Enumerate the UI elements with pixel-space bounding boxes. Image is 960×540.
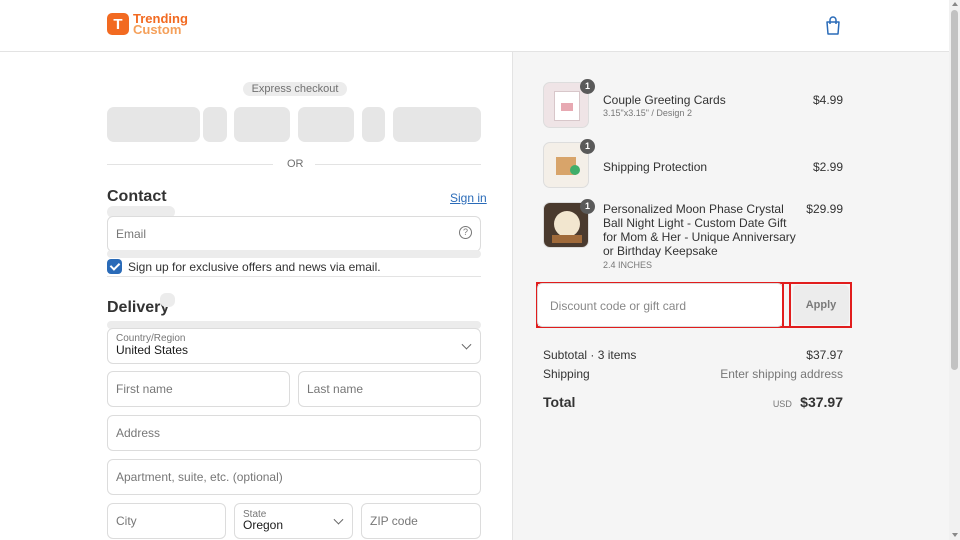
currency-code: USD [772, 399, 792, 409]
skeleton-bar [107, 250, 481, 258]
shopping-bag-icon[interactable] [824, 16, 842, 36]
express-pay-button-3[interactable] [234, 107, 290, 142]
item-price: $2.99 [812, 160, 843, 174]
country-select[interactable]: Country/Region United States [107, 328, 481, 364]
express-pay-button-4[interactable] [298, 107, 354, 142]
express-pay-button-1[interactable] [107, 107, 200, 142]
apartment-field[interactable]: Apartment, suite, etc. (optional) [107, 459, 481, 495]
subtotal-value: $37.97 [806, 348, 843, 362]
help-icon[interactable]: ? [459, 226, 472, 239]
total-row: Total USD $37.97 [543, 394, 843, 410]
subtotal-row: Subtotal · 3 items $37.97 [543, 348, 843, 362]
first-name-field[interactable]: First name [107, 371, 290, 407]
total-label: Total [543, 394, 576, 410]
quantity-badge: 1 [580, 199, 595, 214]
express-pay-button-6[interactable] [393, 107, 481, 142]
list-item: 1 Couple Greeting Cards 3.15"x3.15" / De… [543, 79, 843, 132]
logo-icon: T [107, 13, 129, 35]
express-checkout-label: Express checkout [243, 82, 347, 96]
express-pay-button-2[interactable] [203, 107, 227, 142]
newsletter-checkbox[interactable] [107, 259, 122, 274]
subtotal-label: Subtotal · 3 items [543, 348, 637, 362]
item-variant: 3.15"x3.15" / Design 2 [603, 108, 692, 118]
email-placeholder: Email [116, 227, 147, 241]
express-pay-button-5[interactable] [362, 107, 385, 142]
order-summary: 1 Couple Greeting Cards 3.15"x3.15" / De… [512, 52, 949, 540]
item-name: Shipping Protection [603, 160, 708, 174]
shipping-value: Enter shipping address [720, 367, 843, 381]
or-divider: OR [107, 158, 481, 170]
total-value: $37.97 [800, 394, 843, 410]
state-value: Oregon [243, 518, 284, 532]
header: T Trending Custom [0, 0, 949, 52]
shipping-label: Shipping [543, 367, 590, 381]
chevron-down-icon [461, 339, 472, 350]
quantity-badge: 1 [580, 79, 595, 94]
state-select[interactable]: State Oregon [234, 503, 353, 539]
contact-title: Contact [107, 188, 167, 205]
shipping-row: Shipping Enter shipping address [543, 367, 843, 381]
page-scrollbar[interactable] [949, 0, 960, 540]
scroll-up-icon[interactable] [952, 2, 958, 6]
zip-field[interactable]: ZIP code [361, 503, 481, 539]
item-name: Personalized Moon Phase Crystal Ball Nig… [603, 202, 796, 258]
quantity-badge: 1 [580, 139, 595, 154]
item-price: $4.99 [812, 93, 843, 107]
highlight-separator [782, 282, 791, 328]
brand-name-line2: Custom [133, 22, 182, 37]
chevron-down-icon [333, 514, 344, 525]
discount-code-input[interactable]: Discount code or gift card [537, 283, 783, 327]
item-price: $29.99 [806, 202, 843, 216]
divider [107, 276, 481, 277]
scroll-down-icon[interactable] [952, 533, 958, 537]
sign-in-link[interactable]: Sign in [450, 191, 487, 205]
item-variant: 2.4 INCHES [603, 260, 653, 270]
checkout-form: Express checkout OR Contact Sign in Emai… [0, 52, 512, 540]
scrollbar-thumb[interactable] [951, 10, 958, 370]
email-field[interactable]: Email ? [107, 216, 481, 252]
brand-logo[interactable]: T Trending Custom [107, 12, 188, 37]
newsletter-label: Sign up for exclusive offers and news vi… [128, 260, 381, 274]
item-name: Couple Greeting Cards [603, 93, 726, 107]
apply-discount-button[interactable]: Apply [793, 285, 849, 325]
skeleton-bar [160, 293, 175, 307]
address-field[interactable]: Address [107, 415, 481, 451]
last-name-field[interactable]: Last name [298, 371, 481, 407]
country-value: United States [116, 343, 189, 357]
list-item: 1 Personalized Moon Phase Crystal Ball N… [543, 199, 843, 272]
city-field[interactable]: City [107, 503, 226, 539]
list-item: 1 Shipping Protection $2.99 [543, 139, 843, 192]
